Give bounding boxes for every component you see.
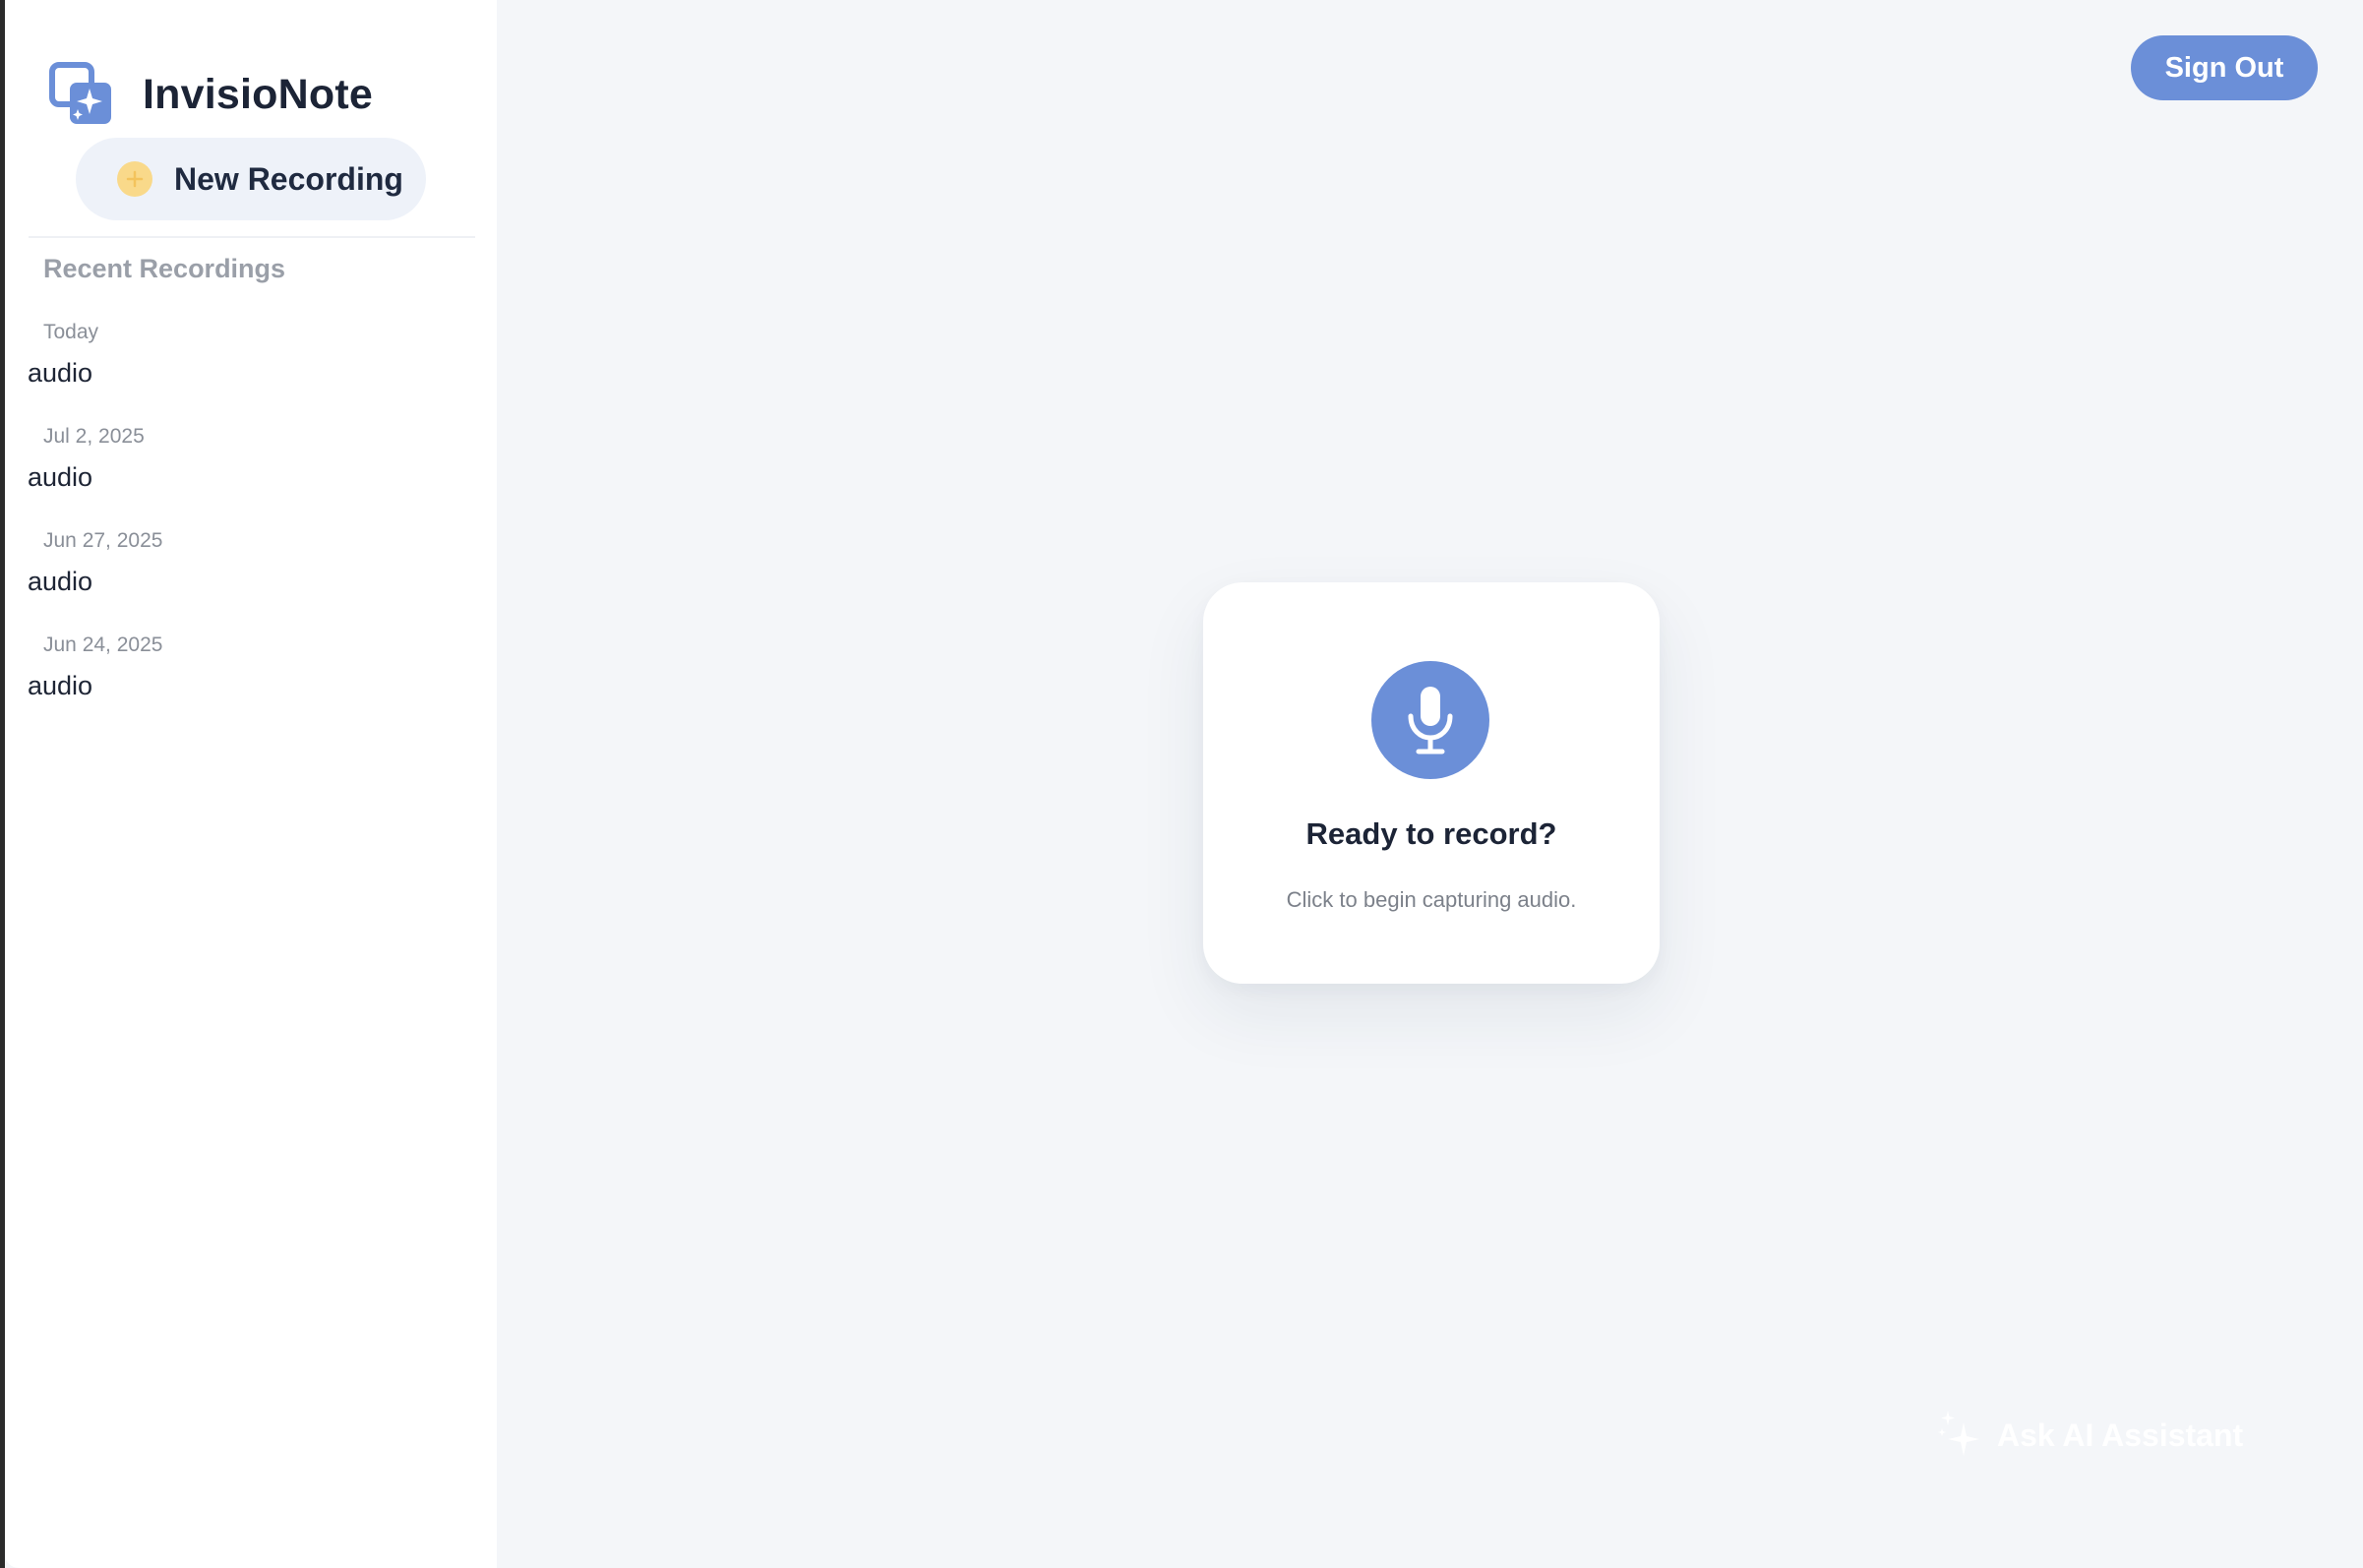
recordings-list: Today audio Jul 2, 2025 audio Jun 27, 20… (5, 317, 497, 734)
microphone-icon (1408, 687, 1453, 754)
sidebar: InvisioNote New Recording Recent Recordi… (5, 0, 497, 1568)
brand: InvisioNote (48, 61, 373, 128)
record-card-subtitle: Click to begin capturing audio. (1286, 887, 1577, 912)
list-item[interactable]: Jun 24, 2025 audio (5, 630, 497, 734)
sparkle-icon (1938, 1411, 1979, 1456)
brand-logo-icon (49, 62, 111, 124)
recording-title[interactable]: audio (28, 462, 92, 493)
new-recording-button[interactable]: New Recording (76, 138, 426, 220)
list-item[interactable]: Jul 2, 2025 audio (5, 421, 497, 525)
recording-date: Jun 27, 2025 (43, 529, 163, 552)
ask-ai-label: Ask AI Assistant (1997, 1417, 2244, 1453)
recording-title[interactable]: audio (28, 358, 92, 389)
app-window: InvisioNote New Recording Recent Recordi… (0, 0, 2363, 1568)
recording-date: Jun 24, 2025 (43, 633, 163, 656)
recording-date: Today (43, 321, 99, 343)
recording-date: Jul 2, 2025 (43, 425, 145, 448)
list-item[interactable]: Today audio (5, 317, 497, 421)
recording-title[interactable]: audio (28, 671, 92, 701)
recent-recordings-heading: Recent Recordings (43, 254, 286, 283)
record-card-title: Ready to record? (1305, 816, 1557, 851)
list-item[interactable]: Jun 27, 2025 audio (5, 525, 497, 630)
record-card[interactable]: Ready to record? Click to begin capturin… (1203, 582, 1660, 984)
new-recording-label: New Recording (174, 160, 403, 197)
record-button[interactable] (1371, 661, 1489, 779)
plus-icon (117, 161, 152, 197)
ask-ai-assistant-button[interactable]: Ask AI Assistant (1936, 1409, 2243, 1462)
app-name: InvisioNote (143, 70, 373, 118)
sign-out-button[interactable]: Sign Out (2131, 35, 2318, 100)
recording-title[interactable]: audio (28, 567, 92, 597)
sidebar-divider (29, 236, 475, 238)
